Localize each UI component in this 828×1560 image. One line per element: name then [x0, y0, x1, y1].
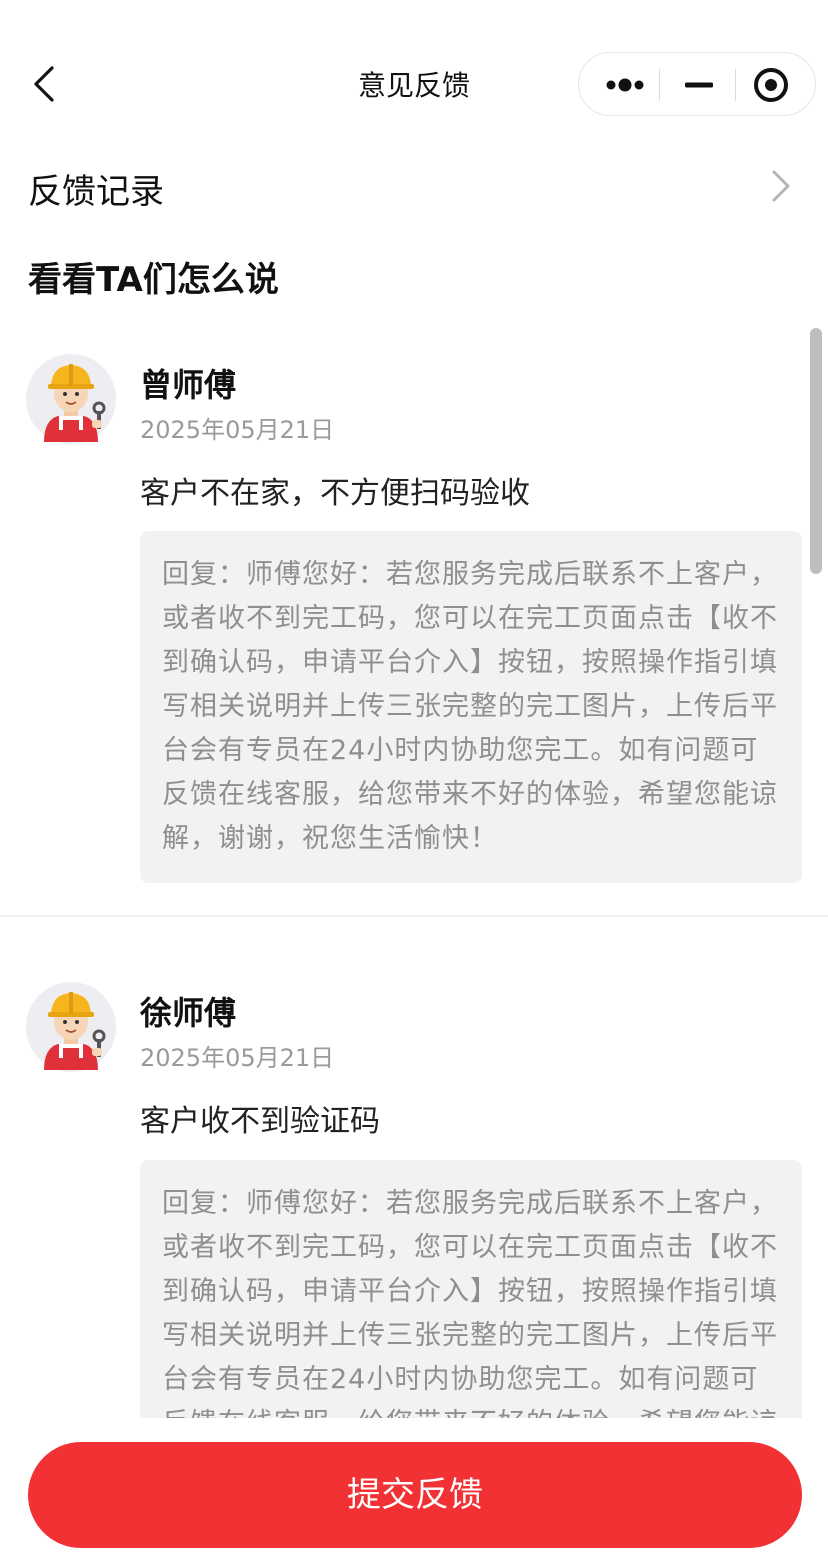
submit-feedback-button[interactable]: 提交反馈: [28, 1442, 802, 1548]
minimize-button[interactable]: [661, 53, 737, 117]
feedback-date: 2025年05月21日: [140, 1044, 335, 1072]
feedback-item: 曾师傅 2025年05月21日 客户不在家，不方便扫码验收 回复：师傅您好：若您…: [0, 330, 828, 918]
chevron-right-icon: [772, 170, 790, 202]
worker-avatar: [26, 354, 116, 444]
capsule-divider: [659, 69, 660, 101]
target-close-icon: [754, 68, 788, 102]
feedback-content: 客户不在家，不方便扫码验收: [140, 476, 530, 511]
feedback-record-label: 反馈记录: [28, 172, 164, 212]
feedback-record-row[interactable]: 反馈记录: [0, 150, 828, 222]
feedback-reply: 回复：师傅您好：若您服务完成后联系不上客户，或者收不到完工码，您可以在完工页面点…: [140, 531, 802, 883]
mini-program-capsule: [578, 52, 816, 116]
capsule-divider: [735, 69, 736, 101]
feedback-author: 曾师傅: [140, 366, 237, 404]
feedback-date: 2025年05月21日: [140, 416, 335, 444]
feedback-content: 客户收不到验证码: [140, 1104, 380, 1139]
feedback-reply: 回复：师傅您好：若您服务完成后联系不上客户，或者收不到完工码，您可以在完工页面点…: [140, 1160, 802, 1418]
more-dots-icon: [606, 78, 644, 92]
feedback-list[interactable]: 曾师傅 2025年05月21日 客户不在家，不方便扫码验收 回复：师傅您好：若您…: [0, 330, 828, 1418]
close-program-button[interactable]: [737, 53, 813, 117]
section-title: 看看TA们怎么说: [28, 260, 279, 300]
navigation-bar: 意见反馈: [0, 0, 828, 150]
feedback-item: 徐师傅 2025年05月21日 客户收不到验证码 回复：师傅您好：若您服务完成后…: [0, 918, 828, 1418]
item-divider: [0, 915, 828, 917]
more-button[interactable]: [585, 53, 661, 117]
minimize-icon: [685, 82, 713, 88]
feedback-author: 徐师傅: [140, 994, 237, 1032]
scrollbar[interactable]: [810, 328, 822, 574]
worker-avatar: [26, 982, 116, 1072]
